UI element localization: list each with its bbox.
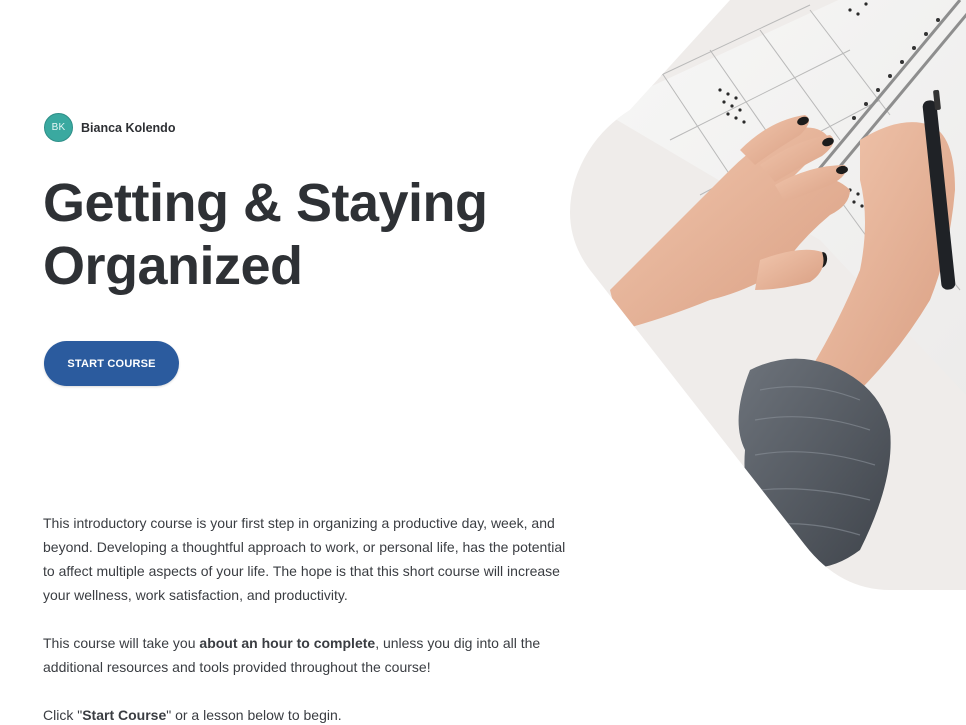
avatar: BK	[44, 113, 73, 142]
duration-highlight: about an hour to complete	[199, 635, 376, 651]
planner-hands-photo	[570, 0, 966, 590]
author-name: Bianca Kolendo	[81, 120, 176, 135]
description-paragraph-2: This course will take you about an hour …	[43, 631, 573, 679]
course-landing-page: BK Bianca Kolendo Getting & Staying Orga…	[0, 0, 966, 725]
description-text: This course will take you	[43, 635, 200, 651]
course-description: This introductory course is your first s…	[43, 511, 573, 725]
course-title-line2: Organized	[43, 236, 303, 296]
description-text: " or a lesson below to begin.	[166, 707, 342, 723]
start-course-highlight: Start Course	[82, 707, 167, 723]
description-paragraph-3: Click "Start Course" or a lesson below t…	[43, 703, 573, 725]
course-title-line1: Getting & Staying	[43, 173, 488, 233]
course-title: Getting & Staying Organized	[43, 172, 563, 298]
author-block: BK Bianca Kolendo	[44, 113, 175, 142]
description-text: Click "	[43, 707, 83, 723]
description-paragraph-1: This introductory course is your first s…	[43, 515, 566, 603]
start-course-button[interactable]: START COURSE	[44, 341, 179, 386]
